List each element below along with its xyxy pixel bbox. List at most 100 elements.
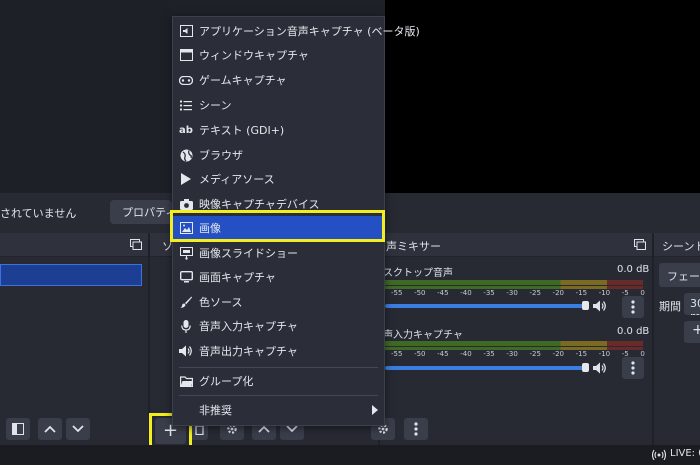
scene-list-item-selected[interactable] — [0, 264, 142, 286]
scene-filter-button[interactable] — [6, 418, 30, 440]
float-dock-icon[interactable] — [130, 239, 142, 250]
menu-item-group[interactable]: グループ化 — [173, 369, 384, 393]
monitor-icon — [179, 270, 193, 284]
more-vertical-icon — [414, 422, 418, 436]
preview-canvas[interactable] — [385, 0, 700, 193]
more-vertical-icon — [631, 361, 635, 375]
meter-scale-label: -35 — [483, 289, 495, 297]
level-meter — [385, 341, 643, 346]
more-vertical-icon — [631, 300, 635, 314]
volume-slider-knob[interactable] — [582, 301, 589, 310]
menu-item-image-slideshow[interactable]: 画像スライドショー — [173, 241, 384, 265]
meter-scale-label: -50 — [414, 350, 426, 358]
menu-item-game-capture[interactable]: ゲームキャプチャ — [173, 68, 384, 92]
play-icon — [179, 172, 193, 186]
scene-move-down-button[interactable] — [66, 418, 90, 440]
menu-separator — [179, 395, 378, 396]
meter-scale-label: -45 — [437, 350, 449, 358]
volume-slider[interactable] — [385, 366, 588, 370]
brush-icon — [179, 295, 193, 309]
no-source-status-text: されていません — [0, 207, 77, 220]
menu-item-label: ブラウザ — [199, 149, 243, 162]
meter-scale: -55 -50 -45 -40 -35 -30 -25 -20 -15 -10 -5 0 — [391, 350, 645, 358]
add-transition-button[interactable]: + — [684, 321, 700, 343]
mixer-track-name: 声入力キャプチャ — [383, 330, 463, 341]
menu-item-label: 画面キャプチャ — [199, 271, 276, 284]
meter-scale-label: -25 — [529, 289, 541, 297]
meter-scale-label: -20 — [552, 289, 564, 297]
meter-scale-label: -40 — [460, 350, 472, 358]
transition-type-select[interactable]: フェード — [659, 263, 700, 287]
menu-item-browser[interactable]: ブラウザ — [173, 143, 384, 167]
menu-item-label: 画像スライドショー — [199, 247, 298, 260]
audio-mixer-header: 声ミキサー — [380, 233, 652, 257]
meter-scale-label: -30 — [506, 289, 518, 297]
speaker-icon[interactable] — [593, 362, 607, 374]
track-menu-button[interactable] — [622, 296, 644, 318]
meter-scale: -55 -50 -45 -40 -35 -30 -25 -20 -15 -10 -5 0 — [391, 289, 645, 297]
menu-item-label: メディアソース — [199, 173, 275, 186]
meter-scale-label: -35 — [483, 350, 495, 358]
status-bar: LIVE: 0 — [0, 445, 700, 465]
scene-transitions-title: シーント — [662, 240, 700, 253]
empty-icon-slot — [179, 403, 193, 417]
app-audio-icon — [179, 24, 193, 38]
properties-button[interactable]: プロパティ — [110, 200, 172, 224]
chevron-up-icon — [44, 425, 56, 433]
panel-icon — [12, 423, 24, 435]
meter-scale-label: -10 — [598, 289, 611, 297]
meter-scale-label: -30 — [506, 350, 518, 358]
camera-icon — [179, 197, 193, 211]
menu-item-label: 色ソース — [199, 296, 243, 309]
volume-slider[interactable] — [385, 304, 588, 308]
duration-label: 期間 — [659, 300, 681, 313]
globe-icon — [179, 148, 193, 162]
folder-icon — [179, 374, 193, 388]
mixer-track-name: スクトップ音声 — [383, 268, 453, 279]
scenes-dock-header — [0, 233, 148, 257]
meter-scale-label: -40 — [460, 289, 472, 297]
meter-scale-label: -50 — [414, 289, 426, 297]
speaker-icon — [179, 344, 193, 358]
mixer-menu-button[interactable] — [404, 418, 428, 440]
menu-item-media-source[interactable]: メディアソース — [173, 167, 384, 191]
speaker-icon[interactable] — [593, 300, 607, 312]
menu-item-label: グループ化 — [199, 375, 254, 388]
menu-item-scene[interactable]: シーン — [173, 93, 384, 117]
meter-scale-label: -20 — [552, 350, 564, 358]
menu-item-display-capture[interactable]: 画面キャプチャ — [173, 265, 384, 289]
menu-item-color-source[interactable]: 色ソース — [173, 290, 384, 314]
menu-item-window-capture[interactable]: ウィンドウキャプチャ — [173, 43, 384, 67]
broadcast-icon — [652, 449, 666, 460]
chevron-down-icon — [286, 425, 298, 433]
image-item-highlight-box — [170, 210, 385, 242]
mixer-track-db: 0.0 dB — [617, 326, 650, 337]
duration-input[interactable]: 300 ms — [684, 293, 700, 315]
text-icon: ab — [179, 124, 193, 136]
window-icon — [179, 48, 193, 62]
menu-item-text-gdi[interactable]: ab テキスト (GDI+) — [173, 118, 384, 142]
menu-item-application-audio[interactable]: アプリケーション音声キャプチャ (ベータ版) — [173, 19, 420, 43]
meter-scale-label: -45 — [437, 289, 449, 297]
volume-slider-knob[interactable] — [582, 363, 589, 372]
track-menu-button[interactable] — [622, 357, 644, 379]
mixer-track-db: 0.0 dB — [617, 264, 650, 275]
audio-mixer-title: 声ミキサー — [386, 240, 441, 253]
menu-separator — [179, 367, 378, 368]
meter-scale-label: -25 — [529, 350, 541, 358]
scene-transitions-header: シーント — [654, 233, 700, 257]
meter-scale-label: -55 — [391, 350, 403, 358]
meter-scale-label: -15 — [575, 289, 588, 297]
float-dock-icon[interactable] — [634, 239, 646, 250]
menu-item-deprecated[interactable]: 非推奨 — [173, 398, 384, 422]
menu-item-audio-output-capture[interactable]: 音声出力キャプチャ — [173, 339, 384, 363]
submenu-arrow-icon — [372, 405, 378, 415]
properties-button-label: プロパティ — [122, 206, 172, 219]
menu-item-label: 音声出力キャプチャ — [199, 345, 298, 358]
chevron-up-icon — [258, 425, 270, 433]
scene-move-up-button[interactable] — [38, 418, 62, 440]
menu-item-audio-input-capture[interactable]: 音声入力キャプチャ — [173, 314, 384, 338]
live-status-text: LIVE: 0 — [670, 448, 700, 459]
meter-scale-label: -15 — [575, 350, 588, 358]
slideshow-icon — [179, 246, 193, 260]
